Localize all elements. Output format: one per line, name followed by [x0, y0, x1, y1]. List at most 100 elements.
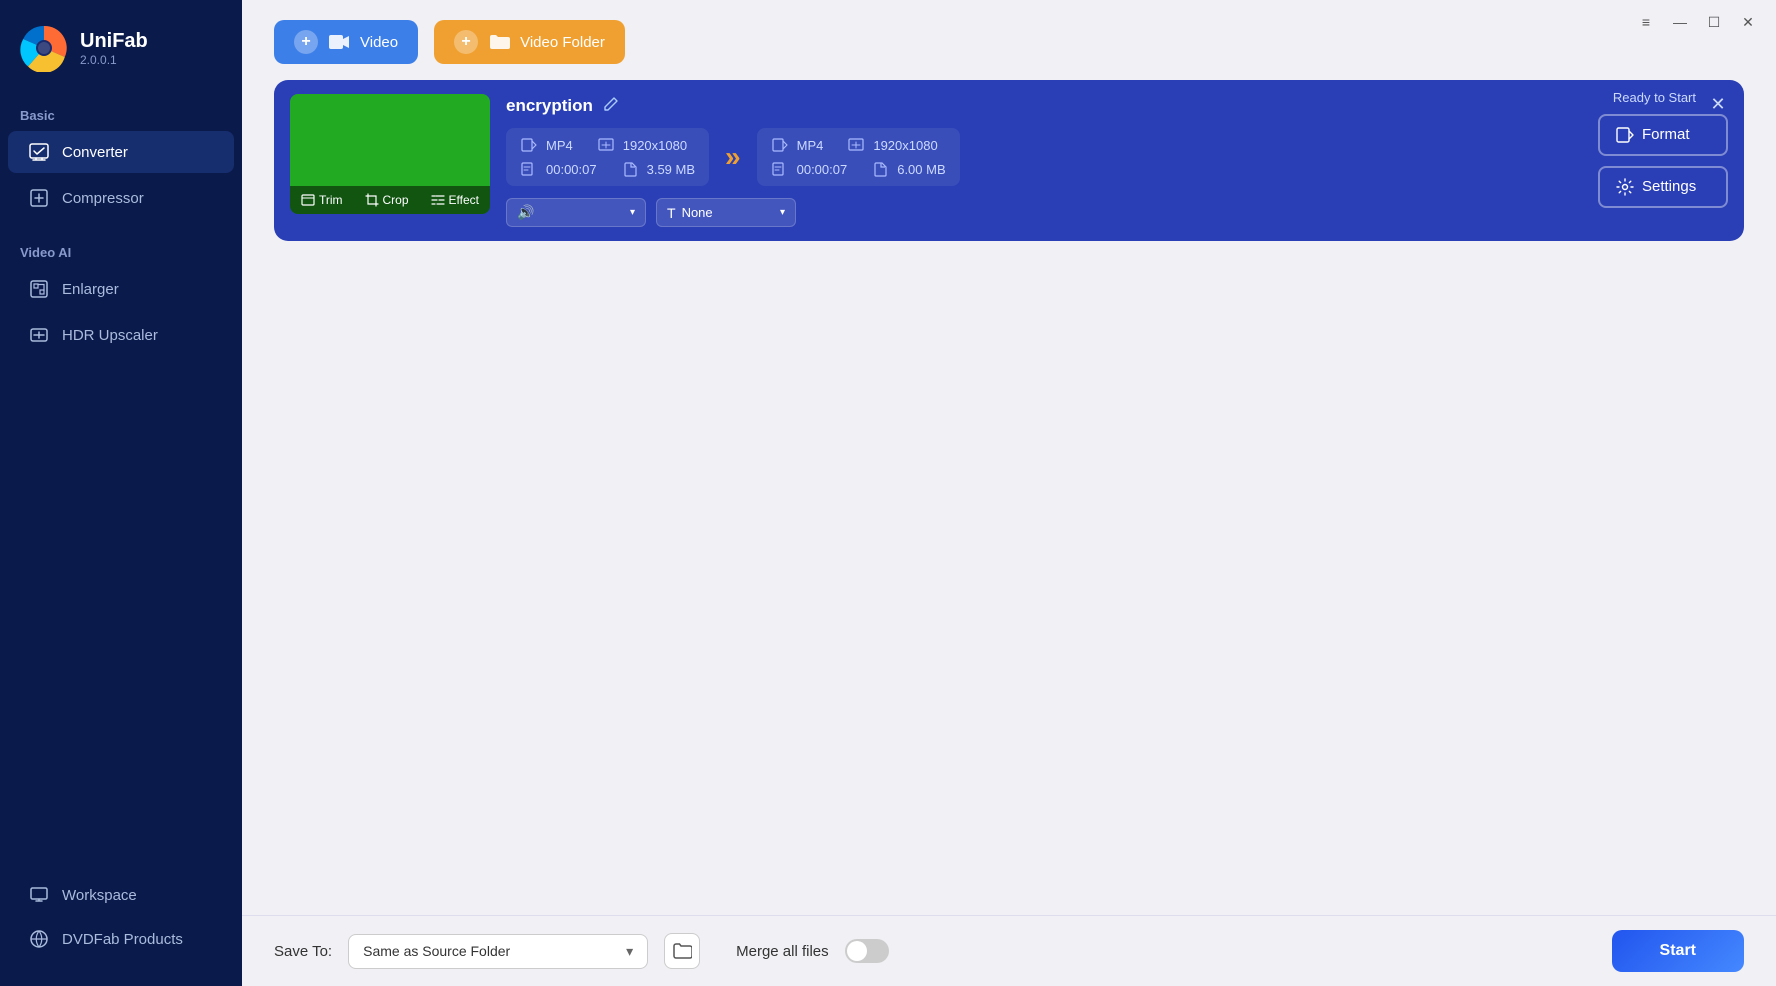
- source-duration-row: 00:00:07 3.59 MB: [520, 160, 695, 178]
- output-duration-row: 00:00:07 6.00 MB: [771, 160, 946, 178]
- output-duration-icon: [771, 160, 789, 178]
- output-format-row: MP4 1920x1080: [771, 136, 946, 154]
- source-format-icon: [520, 136, 538, 154]
- source-duration-icon: [520, 160, 538, 178]
- crop-icon: [365, 193, 379, 207]
- subtitle-dropdown-arrow: ▾: [780, 207, 785, 218]
- trim-button[interactable]: Trim: [293, 190, 351, 210]
- subtitle-dropdown[interactable]: T None ▾: [656, 198, 796, 227]
- dvdfab-label: DVDFab Products: [62, 931, 183, 948]
- sidebar-bottom: Workspace DVDFab Products: [0, 872, 242, 986]
- source-meta-block: MP4 1920x1080: [506, 128, 709, 186]
- hdr-icon: [28, 324, 50, 346]
- close-button[interactable]: ✕: [1732, 8, 1764, 36]
- video-icon: [328, 33, 350, 51]
- output-size: 6.00 MB: [897, 162, 945, 177]
- add-video-button[interactable]: + Video: [274, 20, 418, 64]
- subtitle-value: None: [682, 205, 713, 220]
- edit-title-button[interactable]: [601, 94, 621, 118]
- dvdfab-icon: [28, 928, 50, 950]
- save-to-label: Save To:: [274, 943, 332, 960]
- output-size-icon: [871, 160, 889, 178]
- video-actions-bar: Trim Crop Effect: [290, 186, 490, 214]
- audio-dropdown-arrow: ▾: [630, 207, 635, 218]
- title-bar: ≡ — ☐ ✕: [1618, 0, 1776, 44]
- sidebar-item-workspace[interactable]: Workspace: [8, 874, 234, 916]
- folder-plus-icon: +: [454, 30, 478, 54]
- main-content: + Video + Video Folder Ready to Star: [242, 0, 1776, 986]
- workspace-label: Workspace: [62, 887, 137, 904]
- format-button[interactable]: Format: [1598, 114, 1728, 156]
- compressor-icon: [28, 187, 50, 209]
- logo-name: UniFab: [80, 29, 148, 53]
- edit-icon: [603, 96, 619, 112]
- maximize-button[interactable]: ☐: [1698, 8, 1730, 36]
- sidebar-item-converter[interactable]: Converter: [8, 131, 234, 173]
- enlarger-label: Enlarger: [62, 281, 119, 298]
- conversion-arrow: »: [717, 141, 749, 173]
- add-folder-button[interactable]: + Video Folder: [434, 20, 625, 64]
- sidebar-basic-label: Basic: [0, 92, 242, 129]
- logo-text: UniFab 2.0.0.1: [80, 29, 148, 67]
- audio-dropdown[interactable]: 🔊 ▾: [506, 198, 646, 227]
- merge-label: Merge all files: [736, 943, 829, 960]
- video-list: Ready to Start ✕ Trim: [242, 80, 1776, 915]
- workspace-icon: [28, 884, 50, 906]
- converter-icon: [28, 141, 50, 163]
- save-path-dropdown[interactable]: Same as Source Folder ▾: [348, 934, 648, 969]
- source-size-icon: [621, 160, 639, 178]
- browse-folder-icon: [672, 942, 692, 960]
- merge-toggle[interactable]: [845, 939, 889, 963]
- source-format-row: MP4 1920x1080: [520, 136, 695, 154]
- enlarger-icon: [28, 278, 50, 300]
- hdr-upscaler-label: HDR Upscaler: [62, 327, 158, 344]
- crop-button[interactable]: Crop: [357, 190, 417, 210]
- settings-button[interactable]: Settings: [1598, 166, 1728, 208]
- browse-folder-button[interactable]: [664, 933, 700, 969]
- sidebar-item-compressor[interactable]: Compressor: [8, 177, 234, 219]
- effect-icon: [431, 193, 445, 207]
- output-meta-block: MP4 1920x1080: [757, 128, 960, 186]
- logo-area: UniFab 2.0.0.1: [0, 0, 242, 92]
- minimize-button[interactable]: —: [1664, 8, 1696, 36]
- source-duration: 00:00:07: [546, 162, 597, 177]
- sidebar-item-enlarger[interactable]: Enlarger: [8, 268, 234, 310]
- meta-conversion-row: MP4 1920x1080: [506, 128, 1582, 186]
- output-resolution: 1920x1080: [873, 138, 937, 153]
- output-format: MP4: [797, 138, 824, 153]
- video-card: Ready to Start ✕ Trim: [274, 80, 1744, 241]
- toolbar: + Video + Video Folder: [242, 0, 1776, 80]
- settings-icon: [1616, 178, 1634, 196]
- source-resolution: 1920x1080: [623, 138, 687, 153]
- source-format: MP4: [546, 138, 573, 153]
- output-format-icon: [771, 136, 789, 154]
- compressor-label: Compressor: [62, 190, 144, 207]
- menu-button[interactable]: ≡: [1630, 8, 1662, 36]
- ready-status: Ready to Start: [1613, 90, 1696, 105]
- audio-icon: 🔊: [517, 204, 534, 221]
- sidebar-video-ai-label: Video AI: [0, 229, 242, 266]
- logo-icon: [20, 24, 68, 72]
- video-thumbnail: Trim Crop Effect: [290, 94, 490, 214]
- source-size: 3.59 MB: [647, 162, 695, 177]
- bottom-bar: Save To: Same as Source Folder ▾ Merge a…: [242, 915, 1776, 986]
- sidebar: UniFab 2.0.0.1 Basic Converter: [0, 0, 242, 986]
- format-icon: [1616, 126, 1634, 144]
- app-container: ≡ — ☐ ✕: [0, 0, 1776, 986]
- converter-label: Converter: [62, 144, 128, 161]
- folder-icon: [488, 33, 510, 51]
- subtitle-icon: T: [667, 205, 676, 221]
- video-title-row: encryption: [506, 94, 1582, 118]
- toggle-knob: [847, 941, 867, 961]
- output-resolution-icon: [847, 136, 865, 154]
- effect-button[interactable]: Effect: [423, 190, 487, 210]
- start-button[interactable]: Start: [1612, 930, 1744, 972]
- save-path-value: Same as Source Folder: [363, 943, 510, 959]
- card-close-button[interactable]: ✕: [1704, 90, 1732, 118]
- source-resolution-icon: [597, 136, 615, 154]
- sidebar-item-dvdfab[interactable]: DVDFab Products: [8, 918, 234, 960]
- trim-icon: [301, 193, 315, 207]
- sidebar-item-hdr-upscaler[interactable]: HDR Upscaler: [8, 314, 234, 356]
- logo-version: 2.0.0.1: [80, 53, 148, 67]
- save-path-arrow: ▾: [626, 943, 633, 960]
